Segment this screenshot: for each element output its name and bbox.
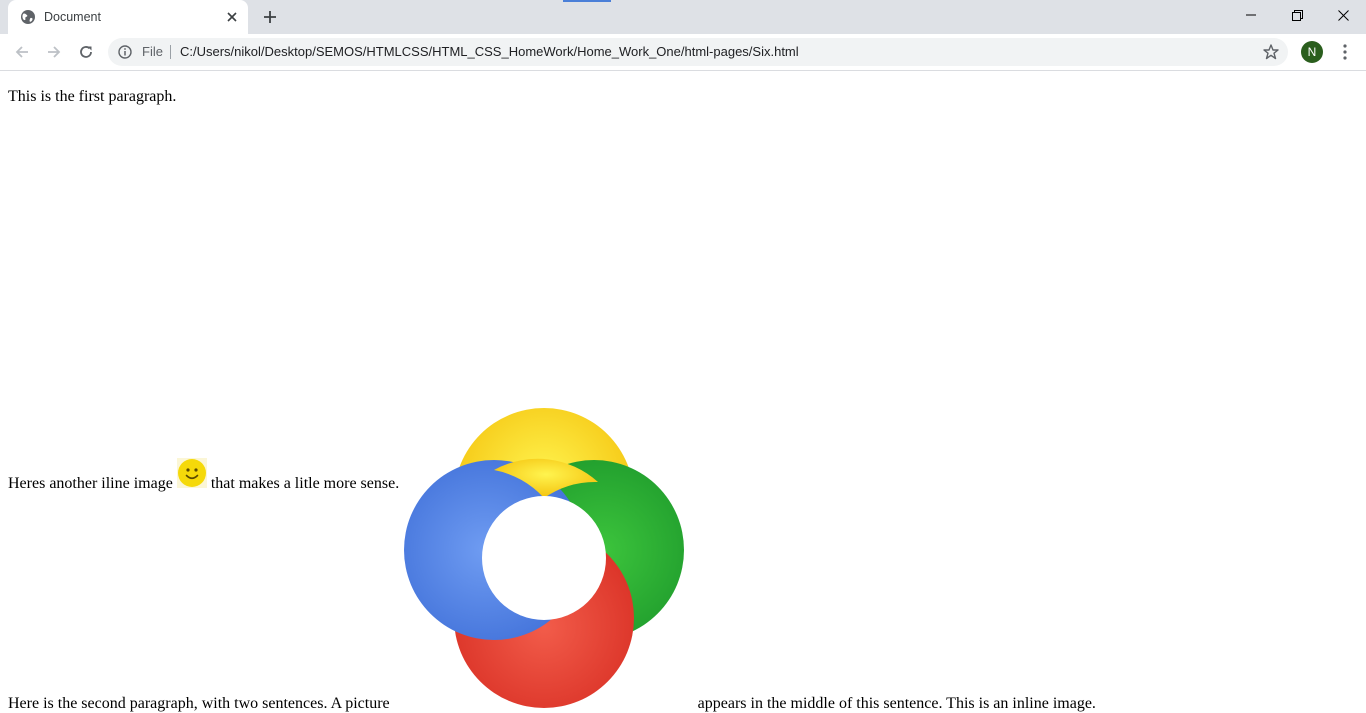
url-scheme-label: File bbox=[142, 44, 163, 59]
paragraph-first: This is the first paragraph. bbox=[8, 88, 176, 106]
paragraph-third-text-before: Heres another iline image bbox=[8, 475, 173, 492]
back-button[interactable] bbox=[8, 38, 36, 66]
tab-drag-indicator bbox=[563, 0, 611, 2]
close-icon bbox=[1337, 9, 1349, 21]
divider bbox=[170, 45, 171, 59]
tab-document[interactable]: Document bbox=[8, 0, 248, 34]
restore-icon bbox=[1291, 9, 1303, 21]
paragraph-first-text: This is the first paragraph. bbox=[8, 88, 177, 105]
browser-toolbar: File C:/Users/nikol/Desktop/SEMOS/HTMLCS… bbox=[0, 34, 1366, 71]
paragraph-second: Here is the second paragraph, with two s… bbox=[8, 408, 1096, 713]
page-content: This is the first paragraph. Here is the… bbox=[0, 71, 1366, 712]
plus-icon bbox=[264, 11, 276, 23]
smiley-face-icon bbox=[176, 458, 207, 488]
minimize-icon bbox=[1246, 14, 1256, 16]
bookmark-star-icon[interactable] bbox=[1262, 43, 1280, 61]
close-window-button[interactable] bbox=[1320, 0, 1366, 30]
arrow-left-icon bbox=[15, 46, 28, 58]
tab-title: Document bbox=[44, 10, 101, 24]
address-bar[interactable]: File C:/Users/nikol/Desktop/SEMOS/HTMLCS… bbox=[108, 38, 1288, 66]
url-text[interactable]: C:/Users/nikol/Desktop/SEMOS/HTMLCSS/HTM… bbox=[180, 44, 799, 60]
paragraph-second-text-after: appears in the middle of this sentence. … bbox=[697, 695, 1096, 712]
minimize-button[interactable] bbox=[1228, 0, 1274, 30]
paragraph-third: Heres another iline image that makes a l… bbox=[8, 458, 399, 493]
close-tab-icon[interactable] bbox=[222, 7, 242, 27]
reload-icon bbox=[80, 46, 92, 58]
paragraph-second-text-before: Here is the second paragraph, with two s… bbox=[8, 695, 390, 712]
paragraph-third-text-after: that makes a litle more sense. bbox=[210, 475, 400, 492]
globe-icon bbox=[20, 9, 36, 25]
restore-button[interactable] bbox=[1274, 0, 1320, 30]
info-icon[interactable] bbox=[118, 45, 132, 59]
menu-kebab-icon[interactable] bbox=[1335, 42, 1355, 62]
ring-logo-image bbox=[394, 408, 694, 708]
forward-button[interactable] bbox=[40, 38, 68, 66]
reload-button[interactable] bbox=[72, 38, 100, 66]
arrow-right-icon bbox=[48, 46, 61, 58]
new-tab-button[interactable] bbox=[258, 6, 282, 28]
tab-strip: Document bbox=[0, 0, 1366, 34]
profile-avatar[interactable]: N bbox=[1301, 41, 1323, 63]
